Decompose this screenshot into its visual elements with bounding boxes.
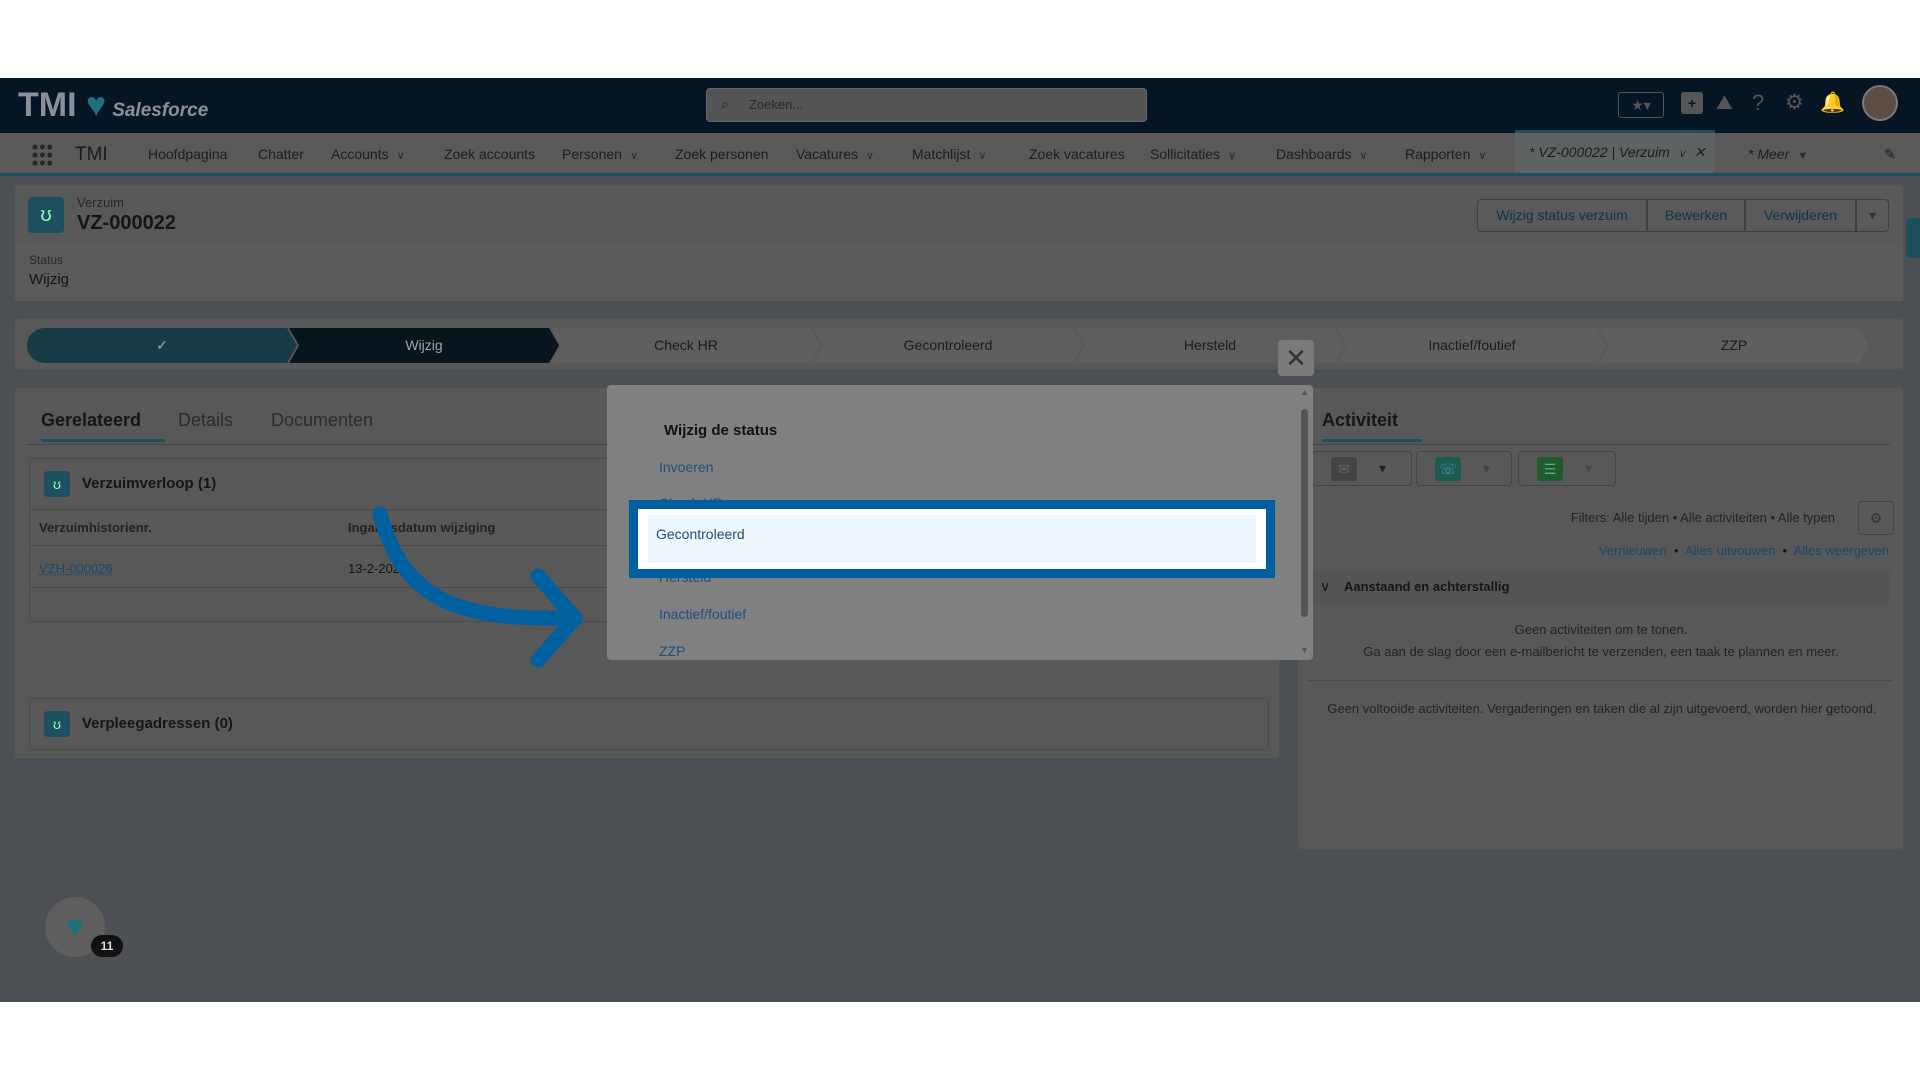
app-name: TMI [75,144,108,165]
nav-item[interactable]: Sollicitaties ∨ [1150,133,1236,176]
verpleegadressen-list: ʊ Verpleegadressen (0) [29,698,1269,750]
chevron-down-icon: ▾ [1483,460,1491,476]
path-step[interactable]: ✓ [27,328,297,363]
favorites-icon[interactable]: ★▾ [1618,92,1664,118]
trailhead-icon[interactable]: ⛰ [1716,92,1733,115]
nav-item[interactable]: Dashboards ∨ [1276,133,1368,176]
nav-item[interactable]: Personen ∨ [562,133,638,176]
stethoscope-icon: ʊ [44,711,70,737]
path-step[interactable]: ZZP [1599,328,1869,363]
nav-item[interactable]: Chatter [258,133,304,176]
chevron-down-icon[interactable]: ∨ [1228,150,1236,162]
nav-item[interactable]: Zoek accounts [444,133,535,176]
stethoscope-icon: ʊ [28,197,64,233]
option-gecontroleerd[interactable]: Gecontroleerd [648,515,1256,563]
close-icon[interactable]: ✕ [1278,340,1314,376]
chevron-down-icon[interactable]: ∨ [978,150,986,162]
status-value: Wijzig [29,271,69,288]
option-invoeren[interactable]: Invoeren [659,459,713,475]
close-tab-icon[interactable]: ✕ [1694,144,1706,160]
highlight-box: Gecontroleerd [629,500,1275,578]
gear-icon[interactable]: ⚙ [1858,501,1894,535]
app-launcher-icon[interactable]: ••• ••• ••• [32,138,54,172]
tab-documents[interactable]: Documenten [271,410,373,431]
filters-text: Filters: Alle tijden • Alle activiteiten… [1570,510,1835,525]
scrollbar[interactable] [1301,409,1308,617]
edit-nav-icon[interactable]: ✎ [1884,133,1896,176]
chevron-down-icon[interactable]: ∨ [866,150,874,162]
call-button[interactable]: ☏ ▾ [1416,451,1512,486]
task-button[interactable]: ☰ ▾ [1518,451,1616,486]
activity-panel: Activiteit ✉ ▾ ☏ ▾ ☰ ▾ Filters: Alle tijden… [1297,387,1904,850]
delete-button[interactable]: Verwijderen [1745,199,1856,232]
search-icon: ⌕ [721,96,729,112]
bell-icon[interactable]: 🔔 [1820,90,1845,115]
change-status-button[interactable]: Wijzig status verzuim [1477,199,1647,232]
chevron-down-icon: ∨ [1320,578,1331,594]
view-all-link[interactable]: Alles weergeven [1794,543,1889,558]
record-header: ʊ Verzuim VZ-000022 Status Wijzig Wijzig… [14,184,1904,301]
avatar[interactable] [1862,85,1898,121]
global-header: TMI ♥ Salesforce ⌕ Zoeken... ★▾ + ⛰ ? ⚙ 🔔 [0,78,1920,133]
column-header: Verzuimhistorienr. [39,520,152,535]
nav-item[interactable]: Hoofdpagina [148,133,227,176]
gear-icon[interactable]: ⚙ [1785,90,1804,115]
list-title[interactable]: Verpleegadressen (0) [82,715,233,732]
tab-details[interactable]: Details [178,410,233,431]
chevron-down-icon[interactable]: ∨ [630,150,638,162]
notification-badge: 11 [91,935,123,957]
search-input[interactable]: ⌕ Zoeken... [706,88,1147,122]
logo: TMI ♥ Salesforce [18,86,209,124]
activity-links: Vernieuwen • Alles uitvouwen • Alles wee… [1598,543,1889,558]
chevron-down-icon[interactable]: ∨ [1478,150,1486,162]
nav-item[interactable]: Rapporten ∨ [1405,133,1486,176]
scroll-down-icon[interactable]: ▼ [1300,645,1309,655]
list-title[interactable]: Verzuimverloop (1) [82,475,216,492]
nav-more[interactable]: * Meer ▼ [1748,133,1808,176]
nav-item[interactable]: Matchlijst ∨ [912,133,986,176]
add-icon[interactable]: + [1681,92,1703,114]
path-step[interactable]: Gecontroleerd [813,328,1083,363]
more-actions-chevron-down-icon[interactable]: ▾ [1856,199,1889,232]
path-step[interactable]: Check HR [551,328,821,363]
tab-vz-000022[interactable]: * VZ-000022 | Verzuim ∨ ✕ [1515,130,1715,173]
scroll-up-icon[interactable]: ▲ [1300,387,1309,397]
modal-title: Wijzig de status [664,422,778,439]
record-link[interactable]: VZH-000026 [39,561,113,576]
email-icon: ✉ [1331,457,1357,481]
nav-item[interactable]: Zoek personen [675,133,768,176]
email-button[interactable]: ✉ ▾ [1312,451,1412,486]
status-label: Status [29,253,64,267]
chevron-down-icon[interactable]: ∨ [1360,150,1368,162]
chevron-down-icon: ▾ [1585,460,1593,476]
refresh-link[interactable]: Vernieuwen [1599,543,1667,558]
path-step[interactable]: Wijzig [289,328,559,363]
nav-item[interactable]: Zoek vacatures [1029,133,1125,176]
tab-activity[interactable]: Activiteit [1322,410,1422,442]
app: TMI ♥ Salesforce ⌕ Zoeken... ★▾ + ⛰ ? ⚙ 🔔… [0,78,1920,1002]
pointer-arrow-icon [372,506,583,668]
page-title: VZ-000022 [77,212,176,234]
object-label: Verzuim [77,195,124,210]
path-step[interactable]: Inactief/foutief [1337,328,1607,363]
path: ✓ Wijzig Check HR Gecontroleerd Hersteld Inac… [14,318,1904,370]
stethoscope-icon: ʊ [44,471,70,497]
upcoming-section[interactable]: ∨ Aanstaand en achterstallig [1312,570,1890,604]
task-list-icon: ☰ [1537,457,1563,481]
chevron-down-icon: ▾ [1379,460,1387,476]
option-zzp[interactable]: ZZP [659,643,685,659]
empty-state-completed: Geen voltooide activiteiten. Vergadering… [1327,701,1877,716]
option-inactief-foutief[interactable]: Inactief/foutief [659,606,746,622]
utility-panel-toggle[interactable] [1906,218,1920,258]
empty-state: Geen activiteiten om te tonen. Ga aan de … [1363,622,1839,659]
nav-item[interactable]: Accounts ∨ [331,133,405,176]
phone-icon: ☏ [1435,457,1461,481]
nav-item[interactable]: Vacatures ∨ [796,133,874,176]
chevron-down-icon[interactable]: ∨ [397,150,405,162]
navigation-bar: ••• ••• ••• TMI Hoofdpagina Chatter Accounts… [0,130,1920,176]
edit-button[interactable]: Bewerken [1647,199,1745,232]
help-icon[interactable]: ? [1752,90,1764,116]
tab-related[interactable]: Gerelateerd [41,410,165,442]
expand-all-link[interactable]: Alles uitvouwen [1685,543,1775,558]
